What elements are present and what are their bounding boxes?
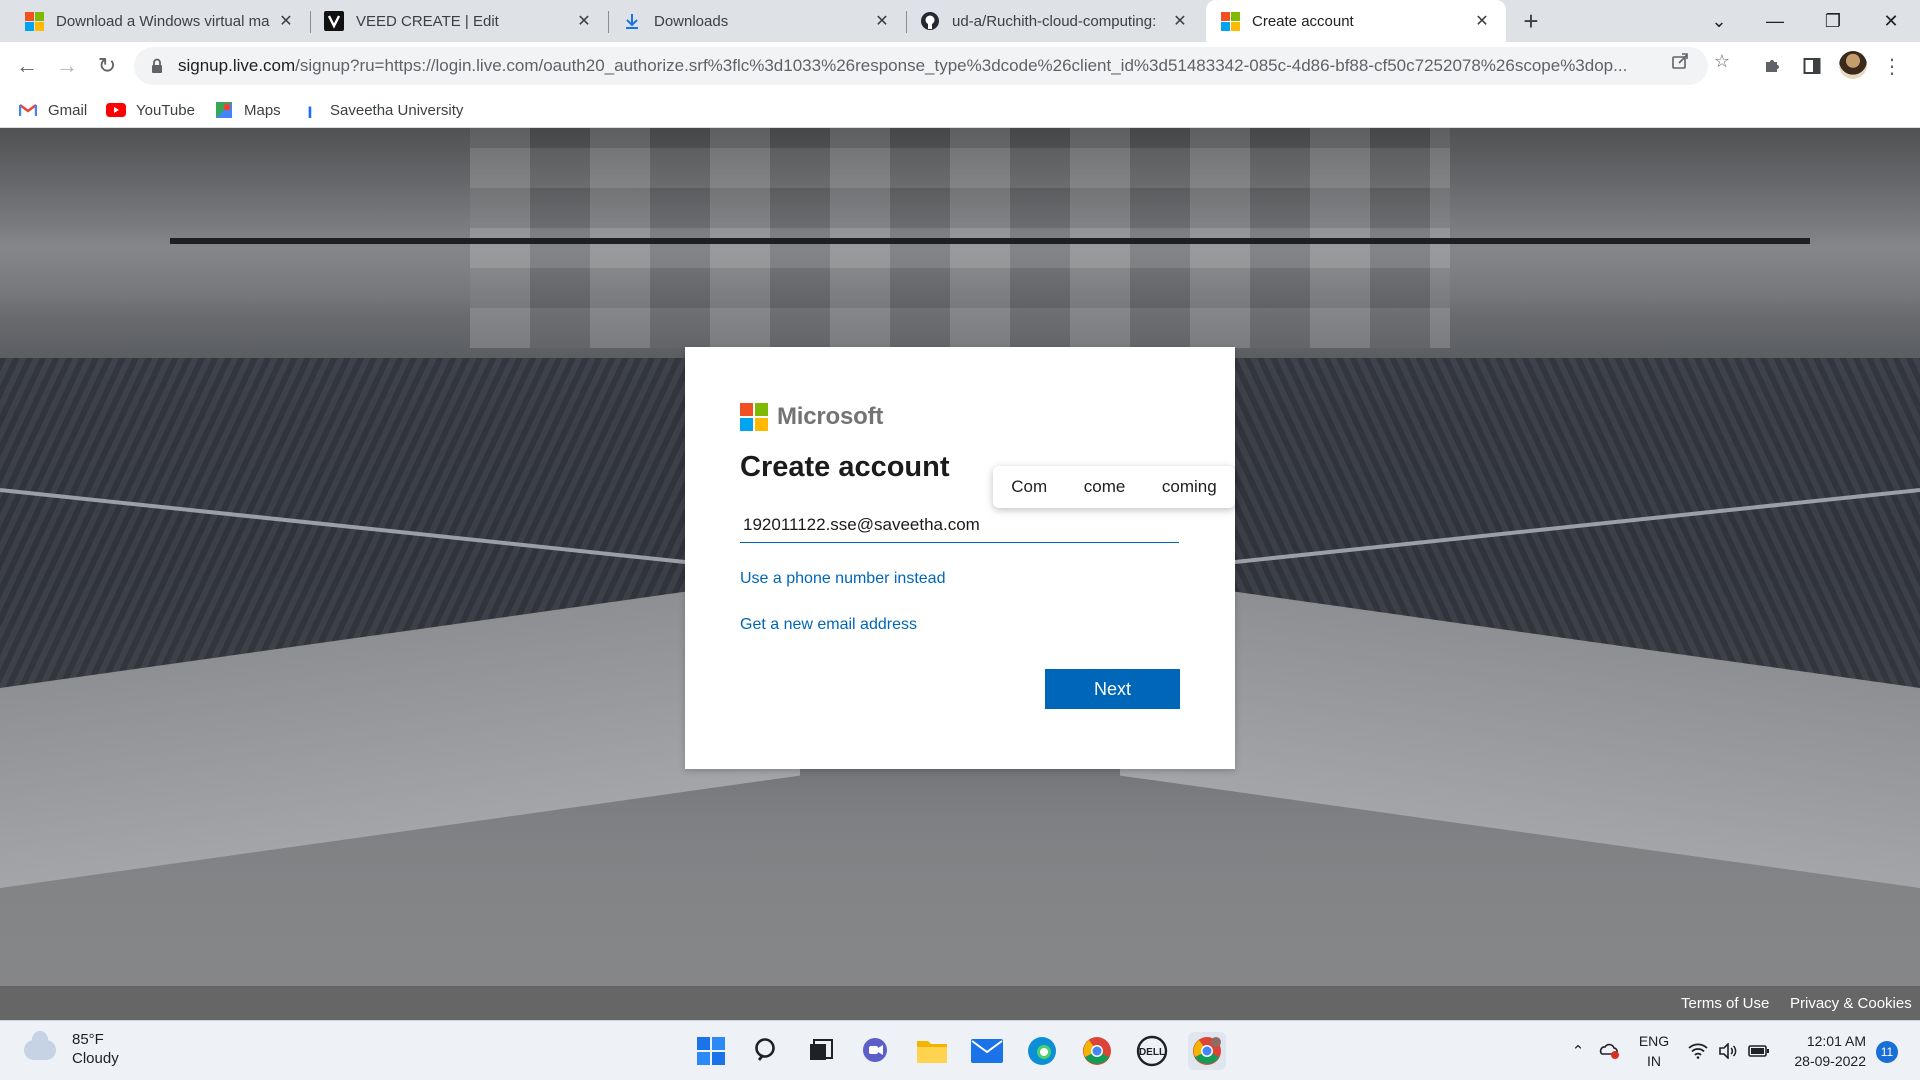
background-railing — [170, 238, 1810, 244]
close-tab-icon[interactable]: ✕ — [1170, 11, 1190, 31]
clock-date: 28-09-2022 — [1794, 1053, 1866, 1069]
weather-widget[interactable]: 85°F Cloudy — [24, 1031, 119, 1069]
clock-time: 12:01 AM — [1806, 1033, 1866, 1049]
download-icon — [622, 11, 642, 31]
side-panel-icon[interactable] — [1796, 50, 1828, 82]
minimize-button[interactable]: — — [1752, 0, 1798, 42]
windows-logo-icon — [24, 11, 44, 31]
bookmark-saveetha[interactable]: ꞁ Saveetha University — [300, 98, 463, 122]
browser-toolbar: ← → ↻ signup.live.com/signup?ru=https://… — [0, 42, 1920, 90]
gmail-icon — [18, 100, 38, 120]
cloud-icon — [24, 1031, 56, 1060]
bookmark-gmail[interactable]: Gmail — [18, 98, 87, 122]
tab-title: Create account — [1252, 12, 1354, 30]
close-window-button[interactable]: ✕ — [1868, 0, 1914, 42]
chrome-icon[interactable] — [1078, 1032, 1116, 1070]
privacy-cookies-link[interactable]: Privacy & Cookies — [1790, 995, 1912, 1012]
bookmark-star-icon[interactable]: ☆ — [1710, 49, 1734, 73]
extensions-puzzle-icon[interactable] — [1756, 50, 1788, 82]
terms-of-use-link[interactable]: Terms of Use — [1681, 995, 1769, 1012]
suggestion-item[interactable]: coming — [1158, 473, 1221, 501]
bookmark-maps[interactable]: Maps — [214, 98, 281, 122]
bookmark-label: Saveetha University — [330, 101, 464, 119]
tab-title: ud-a/Ruchith-cloud-computing: — [952, 12, 1157, 30]
reload-icon[interactable]: ↻ — [90, 50, 124, 82]
youtube-icon — [106, 100, 126, 120]
bookmark-label: Maps — [244, 101, 281, 119]
tab-strip: Download a Windows virtual ma ✕ VEED CRE… — [0, 0, 1920, 42]
weather-condition: Cloudy — [72, 1050, 119, 1067]
get-new-email-link[interactable]: Get a new email address — [740, 616, 917, 634]
show-hidden-icons-chevron[interactable]: ⌃ — [1566, 1021, 1590, 1080]
email-field[interactable] — [740, 507, 1179, 543]
forward-arrow-icon[interactable]: → — [50, 50, 84, 82]
bookmark-label: YouTube — [136, 101, 195, 119]
suggestion-item[interactable]: come — [1080, 473, 1130, 501]
tab-veed-create[interactable]: VEED CREATE | Edit ✕ — [310, 0, 608, 42]
tab-github-repo[interactable]: ud-a/Ruchith-cloud-computing: ✕ — [906, 0, 1204, 42]
microsoft-wordmark: Microsoft — [777, 403, 884, 430]
share-icon[interactable] — [1668, 49, 1692, 73]
language-code: ENG — [1638, 1033, 1670, 1049]
teams-chat-icon[interactable] — [857, 1032, 895, 1070]
close-tab-icon[interactable]: ✕ — [574, 11, 594, 31]
next-button[interactable]: Next — [1045, 669, 1180, 709]
battery-icon[interactable] — [1746, 1021, 1772, 1080]
svg-text:DELL: DELL — [1139, 1047, 1165, 1058]
mail-icon[interactable] — [968, 1032, 1006, 1070]
dell-app-icon[interactable]: DELL — [1133, 1032, 1171, 1070]
region-code: IN — [1647, 1053, 1661, 1069]
weather-temperature: 85°F — [72, 1031, 104, 1048]
input-language-indicator[interactable]: ENG IN — [1634, 1031, 1674, 1071]
microsoft-logo-icon — [740, 403, 768, 431]
system-clock[interactable]: 12:01 AM 28-09-2022 — [1786, 1031, 1866, 1071]
bookmark-label: Gmail — [48, 101, 88, 119]
wifi-icon[interactable] — [1686, 1021, 1710, 1080]
more-menu-icon[interactable]: ⋮ — [1876, 50, 1908, 82]
suggestion-item[interactable]: Com — [1007, 473, 1051, 501]
bookmarks-bar: Gmail YouTube Maps ꞁ Saveetha University — [0, 90, 1920, 128]
tab-create-account[interactable]: Create account ✕ — [1206, 0, 1506, 42]
saveetha-logo-icon: ꞁ — [307, 102, 313, 119]
tab-downloads[interactable]: Downloads ✕ — [608, 0, 906, 42]
windows-taskbar: 85°F Cloudy DELL ⌃ ENG IN 12:01 AM 28-09… — [0, 1020, 1920, 1080]
new-tab-button[interactable]: + — [1514, 6, 1548, 36]
back-arrow-icon[interactable]: ← — [10, 50, 44, 82]
restore-button[interactable]: ❐ — [1810, 0, 1856, 42]
address-bar[interactable]: signup.live.com/signup?ru=https://login.… — [134, 47, 1708, 85]
bookmark-youtube[interactable]: YouTube — [106, 98, 195, 122]
task-view-icon[interactable] — [802, 1032, 840, 1070]
text-suggestion-popup: Com come coming — [993, 466, 1235, 508]
create-account-card: Microsoft Create account Use a phone num… — [685, 347, 1235, 769]
url-host: signup.live.com — [178, 56, 296, 75]
onedrive-sync-error-icon[interactable] — [1598, 1021, 1622, 1080]
search-icon[interactable] — [748, 1032, 786, 1070]
close-tab-icon[interactable]: ✕ — [276, 11, 296, 31]
tab-title: Downloads — [654, 12, 729, 30]
lock-icon[interactable] — [150, 57, 164, 75]
tab-title: Download a Windows virtual ma — [56, 12, 270, 30]
profile-avatar[interactable] — [1839, 51, 1867, 79]
page-footer: Terms of Use Privacy & Cookies — [0, 986, 1920, 1020]
volume-icon[interactable] — [1716, 1021, 1740, 1080]
veed-logo-icon — [324, 11, 344, 31]
tab-download-windows-vm[interactable]: Download a Windows virtual ma ✕ — [10, 0, 310, 42]
file-explorer-icon[interactable] — [913, 1032, 951, 1070]
edge-browser-icon[interactable] — [1023, 1032, 1061, 1070]
chrome-active-icon[interactable] — [1188, 1032, 1226, 1070]
close-tab-icon[interactable]: ✕ — [1472, 11, 1492, 31]
tab-search-chevron-icon[interactable]: ⌄ — [1696, 0, 1742, 42]
tab-title: VEED CREATE | Edit — [356, 12, 499, 30]
close-tab-icon[interactable]: ✕ — [872, 11, 892, 31]
start-button[interactable] — [692, 1032, 730, 1070]
page-title: Create account — [740, 451, 950, 483]
microsoft-brand: Microsoft — [740, 403, 883, 431]
github-icon — [920, 11, 940, 31]
notification-badge[interactable]: 11 — [1876, 1041, 1898, 1063]
url-text[interactable]: signup.live.com/signup?ru=https://login.… — [178, 56, 1653, 76]
url-path: /signup?ru=https://login.live.com/oauth2… — [295, 56, 1628, 75]
microsoft-logo-icon — [1220, 11, 1240, 31]
maps-icon — [214, 100, 234, 120]
use-phone-link[interactable]: Use a phone number instead — [740, 570, 945, 588]
